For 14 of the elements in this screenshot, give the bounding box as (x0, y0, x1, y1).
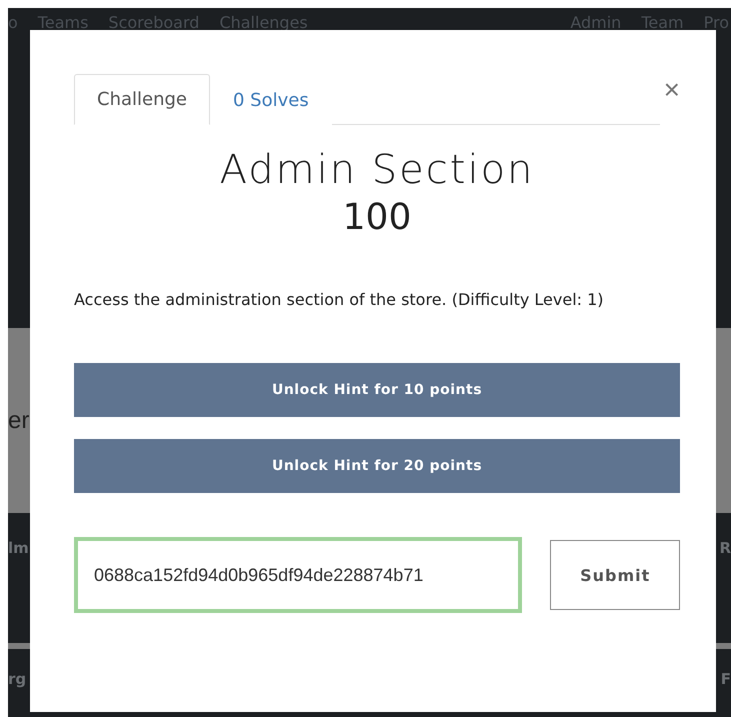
page-heading: er (8, 408, 30, 432)
table-header: R (719, 540, 731, 556)
flag-input-field[interactable]: 0688ca152fd94d0b965df94de228874b71 (74, 537, 522, 613)
submit-button[interactable]: Submit (550, 540, 680, 610)
unlock-hint-button[interactable]: Unlock Hint for 10 points (74, 363, 680, 417)
table-cell: F (720, 672, 731, 686)
challenge-points: 100 (342, 197, 412, 238)
tab[interactable]: Challenge (74, 74, 210, 125)
challenge-description: Access the administration section of the store. (Difficulty Level: 1) (74, 290, 605, 309)
close-button[interactable]: × (664, 76, 680, 104)
table-cell: rg (8, 672, 26, 686)
unlock-hint-button[interactable]: Unlock Hint for 20 points (74, 439, 680, 493)
table-header: lm (8, 540, 29, 556)
challenge-title: Admin Section (218, 147, 536, 193)
